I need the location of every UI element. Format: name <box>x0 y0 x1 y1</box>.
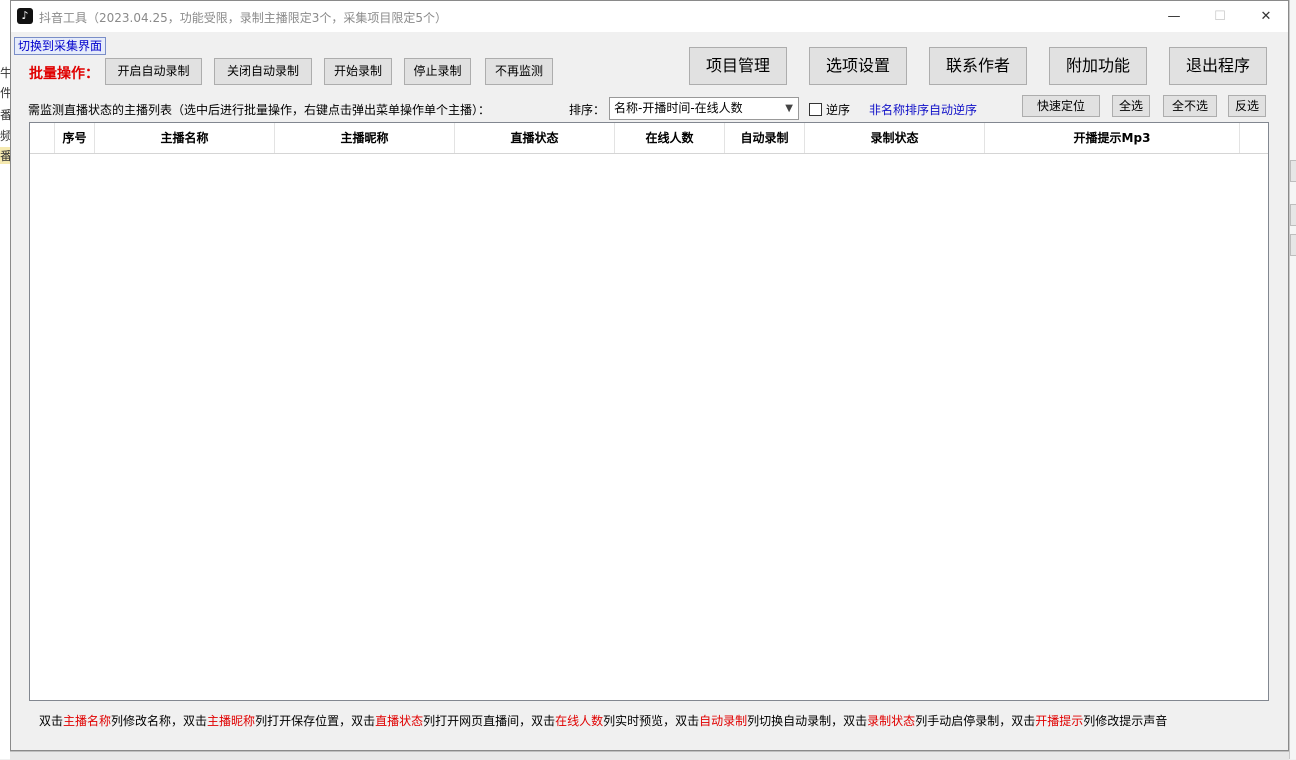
hint-text: 列打开网页直播间，双击 <box>423 714 556 728</box>
select-all-button[interactable]: 全选 <box>1112 95 1150 117</box>
column-header-live-alert-mp3[interactable]: 开播提示Mp3 <box>985 123 1240 153</box>
batch-operation-label: 批量操作： <box>29 66 99 82</box>
hint-text: 列修改名称，双击 <box>111 714 208 728</box>
title-bar: ♪ 抖音工具（2023.04.25，功能受限，录制主播限定3个，采集项目限定5个… <box>11 1 1288 32</box>
column-header-record-status[interactable]: 录制状态 <box>805 123 985 153</box>
stop-record-button[interactable]: 停止录制 <box>404 58 471 85</box>
switch-to-collect-button[interactable]: 切换到采集界面 <box>14 37 107 55</box>
hint-column-name: 开播提示 <box>1035 714 1084 728</box>
sort-dropdown[interactable]: 名称-开播时间-在线人数 ▼ <box>609 97 799 120</box>
streamer-list-table[interactable]: 序号 主播名称 主播昵称 直播状态 在线人数 自动录制 录制状态 开播提示Mp3 <box>29 122 1269 701</box>
exit-program-button[interactable]: 退出程序 <box>1169 47 1267 85</box>
background-control <box>1290 234 1296 256</box>
hint-column-name: 录制状态 <box>867 714 916 728</box>
sort-label: 排序： <box>569 103 606 117</box>
background-control <box>1290 160 1296 182</box>
window-title: 抖音工具（2023.04.25，功能受限，录制主播限定3个，采集项目限定5个） <box>39 11 447 25</box>
quick-locate-button[interactable]: 快速定位 <box>1022 95 1100 117</box>
reverse-order-note: 非名称排序自动逆序 <box>869 103 978 117</box>
hint-text: 列切换自动录制，双击 <box>747 714 868 728</box>
reverse-order-checkbox[interactable]: 逆序 <box>809 101 850 118</box>
background-window-right <box>1289 0 1296 759</box>
stop-monitoring-button[interactable]: 不再监测 <box>485 58 553 85</box>
hint-text: 列手动启停录制，双击 <box>915 714 1036 728</box>
table-header: 序号 主播名称 主播昵称 直播状态 在线人数 自动录制 录制状态 开播提示Mp3 <box>30 123 1268 154</box>
minimize-button[interactable]: — <box>1151 1 1197 32</box>
chevron-down-icon: ▼ <box>785 103 793 114</box>
hint-column-name: 主播昵称 <box>207 714 256 728</box>
enable-auto-record-button[interactable]: 开启自动录制 <box>105 58 202 85</box>
close-button[interactable]: ✕ <box>1243 1 1289 32</box>
start-record-button[interactable]: 开始录制 <box>324 58 392 85</box>
hint-text: 列修改提示声音 <box>1083 714 1168 728</box>
app-window: ♪ 抖音工具（2023.04.25，功能受限，录制主播限定3个，采集项目限定5个… <box>10 0 1289 751</box>
hint-text: 双击 <box>39 714 64 728</box>
hint-column-name: 直播状态 <box>375 714 424 728</box>
hint-column-name: 自动录制 <box>699 714 748 728</box>
tiktok-icon: ♪ <box>17 8 33 24</box>
maximize-button[interactable]: ☐ <box>1197 1 1243 32</box>
hint-text: 列实时预览，双击 <box>603 714 700 728</box>
sort-dropdown-value: 名称-开播时间-在线人数 <box>614 101 743 115</box>
hint-text: 列打开保存位置，双击 <box>255 714 376 728</box>
list-caption: 需监测直播状态的主播列表（选中后进行批量操作，右键点击弹出菜单操作单个主播）： <box>28 103 491 117</box>
option-settings-button[interactable]: 选项设置 <box>809 47 907 85</box>
column-header-streamer-name[interactable]: 主播名称 <box>95 123 275 153</box>
invert-selection-button[interactable]: 反选 <box>1228 95 1266 117</box>
project-management-button[interactable]: 项目管理 <box>689 47 787 85</box>
column-header-live-status[interactable]: 直播状态 <box>455 123 615 153</box>
column-header-streamer-nickname[interactable]: 主播昵称 <box>275 123 455 153</box>
checkbox-box[interactable] <box>809 103 822 116</box>
reverse-order-label: 逆序 <box>826 103 851 117</box>
extra-features-button[interactable]: 附加功能 <box>1049 47 1147 85</box>
background-control <box>1290 204 1296 226</box>
column-header-index[interactable]: 序号 <box>55 123 95 153</box>
hint-column-name: 主播名称 <box>63 714 112 728</box>
column-header-auto-record[interactable]: 自动录制 <box>725 123 805 153</box>
hint-column-name: 在线人数 <box>555 714 604 728</box>
column-header-online-count[interactable]: 在线人数 <box>615 123 725 153</box>
contact-author-button[interactable]: 联系作者 <box>929 47 1027 85</box>
disable-auto-record-button[interactable]: 关闭自动录制 <box>214 58 312 85</box>
select-none-button[interactable]: 全不选 <box>1163 95 1217 117</box>
column-header-checkbox[interactable] <box>30 123 55 153</box>
footer-hint: 双击主播名称列修改名称，双击主播昵称列打开保存位置，双击直播状态列打开网页直播间… <box>39 712 1167 729</box>
